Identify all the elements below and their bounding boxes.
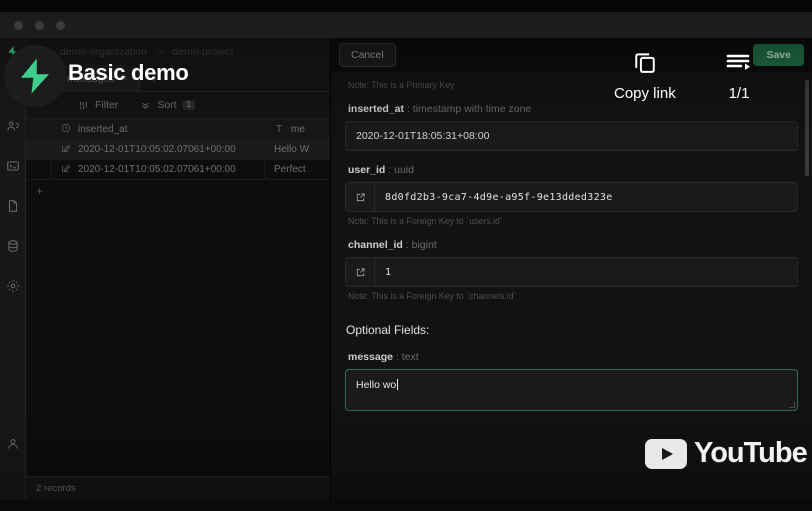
field-type: timestamp with time zone [412, 103, 532, 115]
cell-value: Perfect [274, 164, 306, 175]
video-player-screen: demo-organization > demo-project message… [0, 0, 812, 511]
record-count: 2 records [36, 483, 76, 494]
field-value: 2020-12-01T18:05:31+08:00 [356, 130, 490, 142]
external-link-icon[interactable] [346, 183, 375, 211]
cell-inserted-at[interactable]: 2020-12-01T10:05:02.07061+00:00 [52, 140, 265, 159]
cell-inserted-at[interactable]: 2020-12-01T10:05:02.07061+00:00 [52, 160, 265, 179]
channel-id-input[interactable]: 1 [345, 257, 798, 287]
field-label-channel-id: channel_id : bigint [348, 239, 437, 251]
cancel-button[interactable]: Cancel [339, 43, 396, 67]
row-editor-panel: Cancel Save Note: This is a Primary Key … [330, 38, 812, 500]
user-id-note: Note: This is a Foreign Key to `users.id… [348, 216, 503, 226]
player-bottom-bar [0, 500, 812, 511]
close-window-button[interactable] [14, 21, 23, 30]
row-checkbox[interactable] [26, 140, 52, 159]
field-value: 1 [385, 266, 392, 278]
supabase-logo-icon [21, 58, 49, 94]
panel-body[interactable]: Note: This is a Primary Key inserted_at … [331, 72, 812, 500]
clock-icon [61, 123, 71, 136]
channel-avatar[interactable] [4, 45, 66, 107]
field-type: bigint [411, 239, 437, 251]
edit-row-icon[interactable] [61, 143, 71, 156]
field-name: inserted_at [348, 103, 405, 115]
page-indicator: 1/1 [728, 85, 750, 102]
row-checkbox[interactable] [26, 160, 52, 179]
youtube-wordmark: YouTube [694, 437, 808, 469]
channel-id-note: Note: This is a Foreign Key to `channels… [348, 291, 517, 301]
sidebar-item-docs[interactable] [3, 196, 23, 216]
panel-scrollbar[interactable] [805, 80, 809, 176]
select-all-checkbox[interactable] [26, 119, 52, 139]
text-caret [397, 379, 399, 390]
maximize-window-button[interactable] [56, 21, 65, 30]
field-label-user-id: user_id : uuid [348, 164, 414, 176]
field-name: channel_id [348, 239, 403, 251]
sidebar-item-sql-editor[interactable] [3, 156, 23, 176]
sidebar-item-database[interactable] [3, 236, 23, 256]
field-name: message [348, 351, 393, 363]
field-value: 8d0fd2b3-9ca7-4d9e-a95f-9e13dded323e [385, 191, 613, 203]
breadcrumb-project[interactable]: demo-project [172, 46, 233, 58]
queue-icon [726, 52, 752, 79]
breadcrumb-organization[interactable]: demo-organization [60, 46, 147, 58]
window-controls[interactable] [14, 21, 65, 30]
sidebar-rail [0, 38, 26, 500]
sidebar-item-settings[interactable] [3, 276, 23, 296]
breadcrumb-separator-icon: > [156, 47, 163, 57]
filter-icon [78, 100, 89, 111]
resize-handle[interactable] [789, 402, 795, 408]
cell-value: Hello W [274, 144, 310, 155]
external-link-icon[interactable] [346, 258, 375, 286]
playlist-queue-indicator[interactable]: 1/1 [726, 52, 752, 102]
field-label-message: message : text [348, 351, 419, 363]
user-id-input[interactable]: 8d0fd2b3-9ca7-4d9e-a95f-9e13dded323e [345, 182, 798, 212]
field-name: user_id [348, 164, 386, 176]
message-value: Hello wo [356, 379, 397, 391]
youtube-play-icon [645, 438, 687, 469]
column-header-label: inserted_at [78, 123, 128, 135]
video-title[interactable]: Basic demo [68, 60, 189, 86]
window-titlebar [0, 12, 812, 38]
edit-row-icon[interactable] [61, 163, 71, 176]
cell-value: 2020-12-01T10:05:02.07061+00:00 [78, 144, 236, 155]
copy-icon [631, 48, 659, 81]
sort-count-badge: 1 [182, 100, 196, 110]
sort-button[interactable]: Sort 1 [140, 99, 196, 111]
supabase-app: demo-organization > demo-project message… [0, 38, 812, 500]
optional-fields-title: Optional Fields: [346, 323, 430, 337]
text-type-icon: T [275, 123, 283, 135]
filter-button[interactable]: Filter [78, 99, 118, 111]
cell-value: 2020-12-01T10:05:02.07061+00:00 [78, 164, 236, 175]
sort-label: Sort [157, 99, 177, 111]
field-type: text [401, 351, 419, 363]
sidebar-item-account[interactable] [3, 434, 23, 454]
sidebar-item-authentication[interactable] [3, 116, 23, 136]
copy-link-label: Copy link [614, 85, 676, 102]
column-header-label: me [291, 123, 305, 135]
copy-link-button[interactable]: Copy link [614, 48, 676, 102]
inserted-at-input[interactable]: 2020-12-01T18:05:31+08:00 [345, 121, 798, 151]
save-button[interactable]: Save [753, 44, 804, 66]
minimize-window-button[interactable] [35, 21, 44, 30]
chevron-double-down-icon [140, 100, 151, 111]
message-textarea[interactable]: Hello wo [345, 369, 798, 411]
column-header-inserted-at[interactable]: inserted_at [52, 119, 265, 139]
youtube-watermark[interactable]: YouTube [645, 437, 808, 470]
field-type: uuid [394, 164, 414, 176]
field-label-inserted-at: inserted_at : timestamp with time zone [348, 103, 532, 115]
filter-label: Filter [95, 99, 119, 111]
